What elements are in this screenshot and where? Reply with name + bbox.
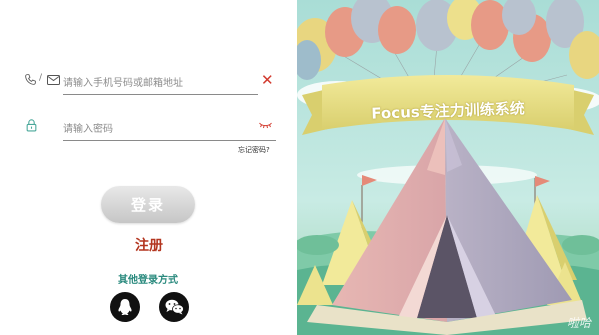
account-field-row: / 请输入手机号码或邮箱地址 ✕ [22,70,277,100]
qq-login-button[interactable] [110,292,140,322]
password-underline [63,140,276,141]
separator-slash: / [39,73,43,83]
clear-account-icon[interactable]: ✕ [261,73,274,88]
watermark: 啦哈 [567,316,592,330]
password-input[interactable]: 请输入密码 [63,120,113,135]
account-underline [63,94,258,95]
password-field-row: 请输入密码 [22,116,277,146]
camp-tent-illustration [297,0,599,335]
other-login-title: 其他登录方式 [118,275,178,286]
account-input[interactable]: 请输入手机号码或邮箱地址 [63,74,183,89]
wechat-login-button[interactable] [159,292,189,322]
banner-illustration: Focus专注力训练系统 啦哈 [297,0,599,335]
register-link[interactable]: 注册 [126,235,172,255]
forgot-password-link[interactable]: 忘记密码? [238,145,270,155]
hidden-eye-icon[interactable] [259,121,272,129]
qq-penguin-icon [118,299,132,315]
wechat-icon [165,299,184,315]
email-icon [47,75,60,85]
login-panel: / 请输入手机号码或邮箱地址 ✕ 请输入密码 忘记密码? 登录 注册 其他登录方… [0,0,297,335]
login-button[interactable]: 登录 [101,186,195,223]
lock-icon [26,119,37,132]
phone-icon [25,74,36,85]
